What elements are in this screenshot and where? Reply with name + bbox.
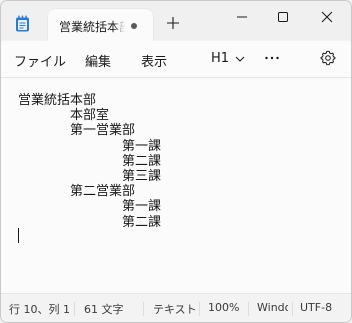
notepad-window: 営業統括本部 ファイル 編集 表示 H1 営業統括本部 本部室 第一営業部 第一…	[0, 0, 352, 323]
status-divider	[248, 302, 249, 316]
zoom-level[interactable]: 100%	[208, 301, 239, 314]
status-divider	[143, 302, 144, 316]
text-caret	[18, 228, 19, 243]
editor-line: 第二課	[18, 214, 162, 230]
file-format[interactable]: テキスト	[153, 301, 197, 317]
editor-line: 第一課	[18, 138, 162, 154]
line-ending[interactable]: Windows (CRLF)	[257, 301, 288, 314]
title-bar: 営業統括本部	[1, 1, 351, 41]
status-divider	[292, 302, 293, 316]
status-divider	[74, 302, 75, 316]
editor-line: 第二営業部	[18, 184, 136, 200]
editor-line: 営業統括本部	[18, 93, 97, 108]
minimize-icon[interactable]	[227, 5, 257, 29]
editor-line: 本部室	[18, 108, 110, 124]
menu-file[interactable]: ファイル	[14, 51, 66, 70]
maximize-icon[interactable]	[268, 5, 298, 29]
editor-line: 第一営業部	[18, 123, 136, 139]
status-divider	[199, 302, 200, 316]
editor-line: 第一課	[18, 199, 162, 215]
editor-line: 第二課	[18, 153, 162, 169]
gear-icon[interactable]	[320, 50, 336, 66]
unsaved-indicator-icon[interactable]	[131, 23, 137, 29]
tab-document[interactable]: 営業統括本部	[48, 9, 153, 41]
tab-title: 営業統括本部	[59, 20, 125, 34]
editor-content[interactable]: 営業統括本部 本部室 第一営業部 第一課 第二課 第三課 第二営業部 第一課 第…	[18, 93, 161, 230]
heading-label: H1	[211, 51, 230, 66]
cursor-position: 行 10、列 1	[9, 303, 70, 316]
status-bar: 行 10、列 1 61 文字 テキスト 100% Windows (CRLF) …	[1, 293, 351, 322]
text-encoding[interactable]: UTF-8	[300, 301, 332, 314]
character-count: 61 文字	[84, 303, 124, 316]
notepad-icon	[16, 15, 29, 32]
editor-line: 第三課	[18, 169, 162, 185]
menu-view[interactable]: 表示	[141, 51, 167, 70]
menu-bar: ファイル 編集 表示 H1	[1, 41, 351, 77]
close-icon[interactable]	[312, 5, 342, 29]
heading-dropdown[interactable]: H1	[208, 50, 250, 68]
new-tab-icon[interactable]	[163, 13, 183, 33]
menu-edit[interactable]: 編集	[85, 51, 111, 70]
text-editor[interactable]: 営業統括本部 本部室 第一営業部 第一課 第二課 第三課 第二営業部 第一課 第…	[1, 77, 351, 293]
more-icon[interactable]	[264, 55, 280, 61]
chevron-down-icon	[235, 56, 245, 62]
